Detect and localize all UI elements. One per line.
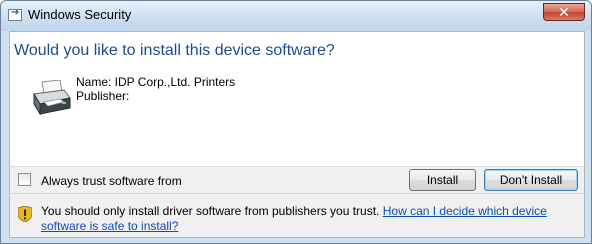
shield-warning-icon bbox=[18, 206, 32, 222]
always-trust-label[interactable]: Always trust software from bbox=[41, 174, 182, 188]
window-title: Windows Security bbox=[28, 7, 132, 22]
printer-icon bbox=[33, 80, 71, 116]
title-bar[interactable]: ➔ Windows Security ✕ bbox=[1, 1, 591, 31]
dialog-heading: Would you like to install this device so… bbox=[14, 42, 335, 59]
warning-footer: You should only install driver software … bbox=[9, 193, 585, 238]
dialog-content: Would you like to install this device so… bbox=[9, 31, 585, 166]
close-button[interactable]: ✕ bbox=[543, 3, 585, 21]
device-info: Name: IDP Corp.,Ltd. Printers Publisher: bbox=[76, 75, 235, 103]
warning-text: You should only install driver software … bbox=[41, 204, 380, 218]
device-publisher: Publisher: bbox=[76, 89, 130, 103]
warning-message: You should only install driver software … bbox=[41, 204, 571, 234]
always-trust-checkbox[interactable] bbox=[18, 173, 31, 186]
options-bar: Always trust software from Install Don't… bbox=[9, 166, 585, 193]
install-button[interactable]: Install bbox=[409, 169, 476, 191]
dont-install-button[interactable]: Don't Install bbox=[484, 169, 578, 191]
windows-security-dialog: ➔ Windows Security ✕ Would you like to i… bbox=[0, 0, 592, 244]
window-security-icon: ➔ bbox=[8, 7, 22, 21]
device-name: Name: IDP Corp.,Ltd. Printers bbox=[76, 75, 236, 89]
